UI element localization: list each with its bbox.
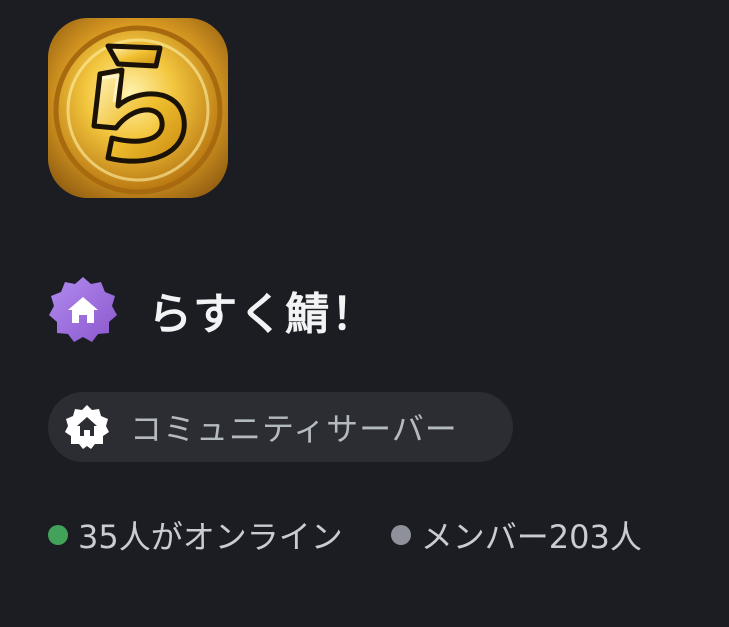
online-count: 35人がオンライン — [48, 512, 343, 558]
community-server-label: コミュニティサーバー — [130, 410, 458, 448]
online-count-text: 35人がオンライン — [78, 518, 343, 556]
server-stats: 35人がオンライン メンバー203人 — [48, 512, 642, 558]
server-icon[interactable] — [48, 18, 228, 198]
home-icon — [65, 405, 109, 449]
coin-image-icon — [48, 18, 228, 198]
member-count: メンバー203人 — [390, 512, 642, 558]
server-profile-card: らすく鯖！ コミュニティサーバー 35人がオンライン メンバー203人 — [0, 0, 729, 627]
server-title-row: らすく鯖！ — [48, 277, 378, 342]
community-server-tag[interactable]: コミュニティサーバー — [48, 392, 513, 462]
member-count-text: メンバー203人 — [420, 518, 642, 556]
community-badge-icon — [49, 277, 117, 342]
server-name: らすく鯖！ — [148, 289, 378, 340]
online-status-dot-icon — [48, 525, 68, 545]
member-status-dot-icon — [390, 525, 411, 545]
